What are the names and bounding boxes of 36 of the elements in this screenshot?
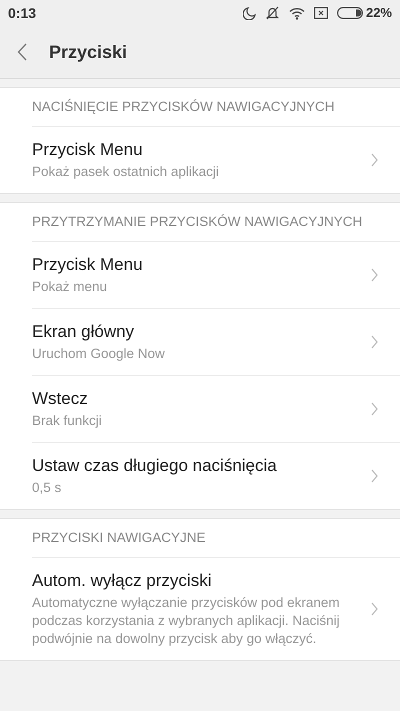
- item-title: Przycisk Menu: [32, 139, 144, 161]
- chevron-right-icon: [371, 153, 378, 167]
- chevron-right-icon: [371, 402, 378, 416]
- muted-bell-icon: [264, 6, 280, 20]
- battery-icon: [336, 7, 363, 19]
- chevron-right-icon: [371, 602, 378, 616]
- settings-item[interactable]: Wstecz Brak funkcji: [32, 375, 400, 442]
- settings-item[interactable]: Przycisk Menu Pokaż pasek ostatnich aplikacji: [32, 126, 400, 193]
- item-subtitle: 0,5 s: [32, 479, 62, 497]
- page-title: Przyciski: [49, 40, 128, 64]
- item-subtitle: Automatyczne wyłączanie przycisków pod ekranem podczas korzystania z wybranych aplikacji. Naciśnij podwójnie na dowolny przycisk aby go włączyć.: [32, 594, 341, 648]
- settings-item[interactable]: Ekran główny Uruchom Google Now: [32, 308, 400, 375]
- section-header: NACIŚNIĘCIE PRZYCISKÓW NAWIGACYJNYCH: [32, 98, 336, 116]
- item-subtitle: Pokaż menu: [32, 278, 108, 296]
- section-header: PRZYCISKI NAWIGACYJNE: [32, 528, 207, 547]
- settings-item[interactable]: Autom. wyłącz przyciski Automatyczne wyłączanie przycisków pod ekranem podczas korzystania z wybranych aplikacji. Naciśnij podwójnie na dowolny przycisk aby go włączyć.: [32, 557, 400, 660]
- chevron-right-icon: [371, 469, 378, 483]
- item-title: Ekran główny: [32, 321, 136, 343]
- item-title: Ustaw czas długiego naciśnięcia: [32, 455, 278, 477]
- item-title: Przycisk Menu: [32, 254, 144, 276]
- no-sim-icon: [314, 7, 328, 19]
- status-time: 0:13: [8, 4, 36, 22]
- item-title: Autom. wyłącz przyciski: [32, 570, 212, 592]
- chevron-right-icon: [371, 268, 378, 282]
- item-subtitle: Brak funkcji: [32, 412, 103, 430]
- wifi-icon: [288, 6, 305, 20]
- settings-item[interactable]: Przycisk Menu Pokaż menu: [32, 241, 400, 308]
- chevron-right-icon: [371, 335, 378, 349]
- item-subtitle: Uruchom Google Now: [32, 345, 166, 363]
- settings-item[interactable]: Ustaw czas długiego naciśnięcia 0,5 s: [32, 442, 400, 509]
- item-subtitle: Pokaż pasek ostatnich aplikacji: [32, 163, 220, 181]
- battery-percent: 22%: [366, 4, 392, 22]
- section-header: PRZYTRZYMANIE PRZYCISKÓW NAWIGACYJNYCH: [32, 212, 364, 231]
- moon-icon: [242, 6, 256, 20]
- item-title: Wstecz: [32, 388, 89, 410]
- back-icon: [17, 43, 27, 61]
